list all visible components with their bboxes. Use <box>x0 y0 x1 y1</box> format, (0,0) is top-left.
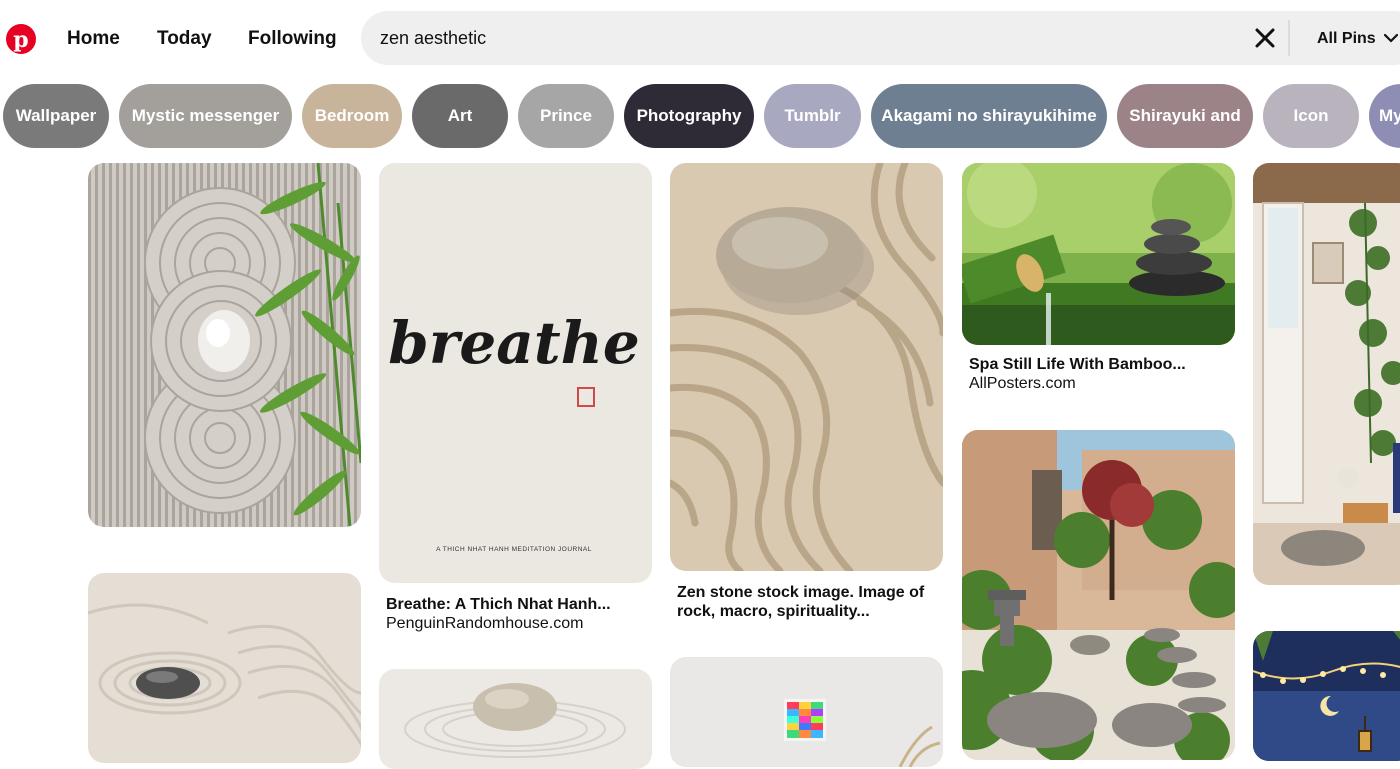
pin-image <box>88 163 361 527</box>
pin-image <box>962 163 1235 345</box>
pin-stone-sand-white[interactable] <box>379 669 652 769</box>
search-input[interactable]: zen aesthetic <box>380 28 486 49</box>
cover-caption: A THICH NHAT HANH MEDITATION JOURNAL <box>436 546 592 553</box>
chevron-down-icon[interactable] <box>1384 31 1398 45</box>
pin-image <box>670 163 943 571</box>
pin-image <box>1253 631 1400 761</box>
related-searches-bar: Wallpaper Mystic messenger Bedroom Art P… <box>0 84 1400 149</box>
close-icon[interactable] <box>1254 27 1276 49</box>
chip-my[interactable]: My <box>1369 84 1400 148</box>
chip-mystic-messenger[interactable]: Mystic messenger <box>119 84 292 148</box>
pin-title[interactable]: Breathe: A Thich Nhat Hanh... <box>386 595 611 614</box>
nav-following[interactable]: Following <box>248 27 337 51</box>
chip-icon[interactable]: Icon <box>1263 84 1359 148</box>
cover-word: breathe <box>388 309 639 377</box>
pin-cozy-room[interactable] <box>1253 163 1400 585</box>
pin-title-line-2[interactable]: rock, macro, spirituality... <box>677 602 870 621</box>
pin-spa-bamboo[interactable] <box>962 163 1235 345</box>
chip-shirayuki[interactable]: Shirayuki and <box>1117 84 1253 148</box>
pin-title-line-1[interactable]: Zen stone stock image. Image of <box>677 583 924 602</box>
pinterest-logo-icon[interactable]: p <box>6 24 36 54</box>
pin-wall-art[interactable] <box>670 657 943 767</box>
pin-zen-garden-bamboo[interactable] <box>88 163 361 527</box>
nav-today[interactable]: Today <box>157 27 212 51</box>
pin-image: breathe A THICH NHAT HANH MEDITATION JOU… <box>379 163 652 583</box>
search-divider <box>1288 20 1290 56</box>
chip-art[interactable]: Art <box>412 84 508 148</box>
pin-image <box>379 669 652 769</box>
chip-tumblr[interactable]: Tumblr <box>764 84 861 148</box>
top-nav-bar: p Home Today Following zen aesthetic All… <box>0 0 1400 78</box>
chip-akagami[interactable]: Akagami no shirayukihime <box>871 84 1107 148</box>
pin-zen-stone-sand[interactable] <box>670 163 943 571</box>
chip-wallpaper[interactable]: Wallpaper <box>3 84 109 148</box>
search-bar[interactable]: zen aesthetic All Pins <box>361 11 1400 65</box>
search-scope-dropdown[interactable]: All Pins <box>1317 30 1376 48</box>
pin-source[interactable]: AllPosters.com <box>969 375 1076 393</box>
pin-title[interactable]: Spa Still Life With Bamboo... <box>969 355 1186 374</box>
pin-japanese-garden[interactable] <box>962 430 1235 760</box>
chip-bedroom[interactable]: Bedroom <box>302 84 402 148</box>
pin-image <box>1253 163 1400 585</box>
chip-photography[interactable]: Photography <box>624 84 754 148</box>
pin-image <box>962 430 1235 760</box>
pin-night-lights[interactable] <box>1253 631 1400 761</box>
pin-breathe-cover[interactable]: breathe A THICH NHAT HANH MEDITATION JOU… <box>379 163 652 583</box>
pin-sand-stone-waves[interactable] <box>88 573 361 763</box>
chip-prince[interactable]: Prince <box>518 84 614 148</box>
pin-image <box>670 657 943 767</box>
nav-home[interactable]: Home <box>67 27 120 51</box>
pin-source[interactable]: PenguinRandomhouse.com <box>386 615 583 633</box>
pin-image <box>88 573 361 763</box>
